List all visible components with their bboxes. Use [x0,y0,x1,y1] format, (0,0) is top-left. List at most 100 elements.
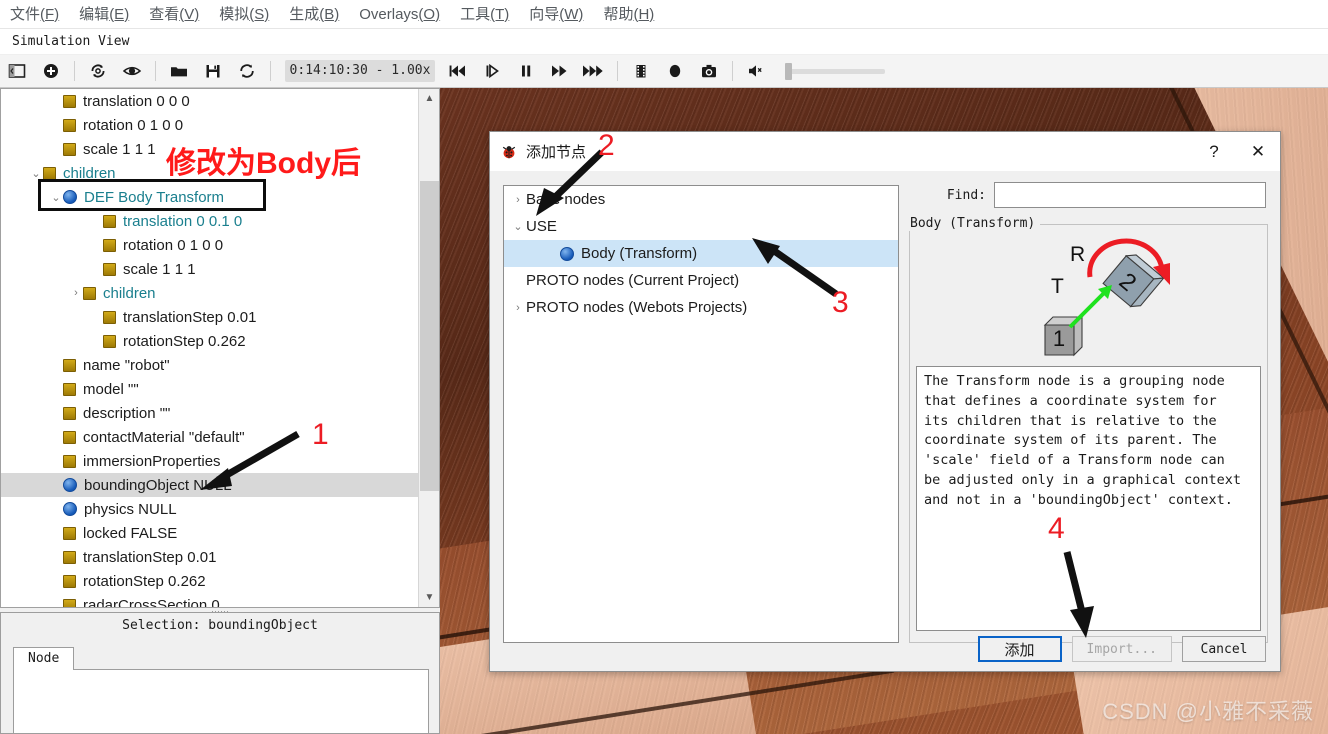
menu-item-2[interactable]: 编辑(E) [69,0,139,29]
menu-item-5[interactable]: 生成(B) [279,0,349,29]
scene-tree-row[interactable]: radarCrossSection 0 [1,593,418,607]
speaker-mute-icon-button[interactable] [739,56,773,86]
step-button[interactable] [475,56,509,86]
scene-tree-row-label: children [63,165,116,182]
node-type-row[interactable]: Body (Transform) [504,240,898,267]
film-icon-button[interactable] [624,56,658,86]
eye-icon-button[interactable] [115,56,149,86]
field-icon [63,431,76,444]
menu-item-4[interactable]: 模拟(S) [209,0,279,29]
node-type-row[interactable]: PROTO nodes (Current Project) [504,267,898,294]
scene-tree[interactable]: translation 0 0 0rotation 0 1 0 0scale 1… [1,89,418,607]
twist-spacer [89,329,103,353]
field-icon [63,551,76,564]
menu-item-9[interactable]: 帮助(H) [593,0,664,29]
scene-tree-row[interactable]: translation 0 0.1 0 [1,209,418,233]
add-button[interactable]: 添加 [978,636,1062,662]
scene-tree-row[interactable]: ⌄ children [1,161,418,185]
scene-tree-row[interactable]: scale 1 1 1 [1,137,418,161]
scene-tree-row[interactable]: locked FALSE [1,521,418,545]
scene-tree-row-label: scale 1 1 1 [123,261,196,278]
node-type-row-label: Base nodes [526,191,605,208]
scene-tree-row[interactable]: physics NULL [1,497,418,521]
scene-tree-row[interactable]: boundingObject NULL [1,473,418,497]
scroll-down-arrow-icon[interactable]: ▼ [419,588,440,607]
scroll-up-arrow-icon[interactable]: ▲ [419,89,440,108]
twist-spacer [49,473,63,497]
twist-spacer [89,233,103,257]
scene-tree-row[interactable]: rotationStep 0.262 [1,569,418,593]
twist-spacer [89,257,103,281]
camera-icon-button[interactable] [692,56,726,86]
cancel-button[interactable]: Cancel [1182,636,1266,662]
scene-tree-row[interactable]: rotationStep 0.262 [1,329,418,353]
scene-tree-row-label: translation 0 0 0 [83,93,190,110]
field-icon [63,455,76,468]
run-button[interactable] [543,56,577,86]
scene-tree-row[interactable]: translationStep 0.01 [1,305,418,329]
reset-icon-button[interactable] [230,56,264,86]
volume-slider[interactable] [785,69,885,74]
scene-tree-row[interactable]: ›children [1,281,418,305]
scene-tree-row[interactable]: name "robot" [1,353,418,377]
scene-tree-row[interactable]: contactMaterial "default" [1,425,418,449]
fast-run-button[interactable] [577,56,611,86]
selection-title: Selection: boundingObject [1,613,439,633]
scene-tree-scrollbar[interactable]: ▲ ▼ [418,89,439,607]
dialog-title-bar: 添加节点 ? ✕ [490,132,1280,171]
chevron-down-icon[interactable]: ⌄ [510,213,526,240]
twist-spacer [49,449,63,473]
find-row: Find: [886,181,1266,209]
volume-slider-knob[interactable] [785,63,792,80]
scene-tree-row[interactable]: description "" [1,401,418,425]
save-icon-button[interactable] [196,56,230,86]
record-dot-icon-button[interactable] [658,56,692,86]
menu-item-3[interactable]: 查看(V) [139,0,209,29]
menu-item-8[interactable]: 向导(W) [519,0,593,29]
scene-tree-row-label: translationStep 0.01 [123,309,256,326]
menu-item-1[interactable]: 文件(F) [0,0,69,29]
node-type-row[interactable]: ›Base nodes [504,186,898,213]
node-type-row[interactable]: ›PROTO nodes (Webots Projects) [504,294,898,321]
scene-tree-row[interactable]: immersionProperties [1,449,418,473]
chevron-right-icon[interactable]: › [510,294,526,321]
scrollbar-thumb[interactable] [420,181,439,491]
toggle-sidebar-button[interactable] [0,56,34,86]
help-icon[interactable]: ? [1192,132,1236,171]
twist-spacer [49,89,63,113]
toolbar-separator [74,61,75,81]
revert-icon-button[interactable] [81,56,115,86]
dialog-title-text: 添加节点 [526,141,586,162]
scene-tree-row[interactable]: translationStep 0.01 [1,545,418,569]
folder-icon-button[interactable] [162,56,196,86]
scene-tree-row[interactable]: model "" [1,377,418,401]
scene-tree-row-label: contactMaterial "default" [83,429,245,446]
scene-tree-row[interactable]: rotation 0 1 0 0 [1,113,418,137]
field-icon [63,383,76,396]
tab-node[interactable]: Node [13,647,74,670]
field-icon [63,575,76,588]
chevron-down-icon[interactable]: ⌄ [29,161,43,185]
pause-button[interactable] [509,56,543,86]
toolbar-separator [155,61,156,81]
find-input[interactable] [994,182,1266,208]
scene-tree-row[interactable]: translation 0 0 0 [1,89,418,113]
add-node-button[interactable] [34,56,68,86]
chevron-right-icon[interactable]: › [510,186,526,213]
find-label: Find: [947,188,986,203]
scene-tree-row[interactable]: scale 1 1 1 [1,257,418,281]
menu-item-7[interactable]: 工具(T) [450,0,519,29]
scene-tree-row[interactable]: ⌄DEF Body Transform [1,185,418,209]
chevron-right-icon[interactable]: › [69,281,83,305]
menu-item-6[interactable]: Overlays(O) [349,0,450,29]
import-button[interactable]: Import... [1072,636,1172,662]
node-type-tree[interactable]: ›Base nodes⌄USEBody (Transform)PROTO nod… [503,185,899,643]
chevron-down-icon[interactable]: ⌄ [49,185,63,209]
tab-strip-underline [13,645,429,670]
scene-tree-row-label: immersionProperties [83,453,221,470]
scene-tree-row[interactable]: rotation 0 1 0 0 [1,233,418,257]
close-icon[interactable]: ✕ [1236,132,1280,171]
field-icon [63,599,76,608]
rewind-button[interactable] [441,56,475,86]
node-type-row[interactable]: ⌄USE [504,213,898,240]
